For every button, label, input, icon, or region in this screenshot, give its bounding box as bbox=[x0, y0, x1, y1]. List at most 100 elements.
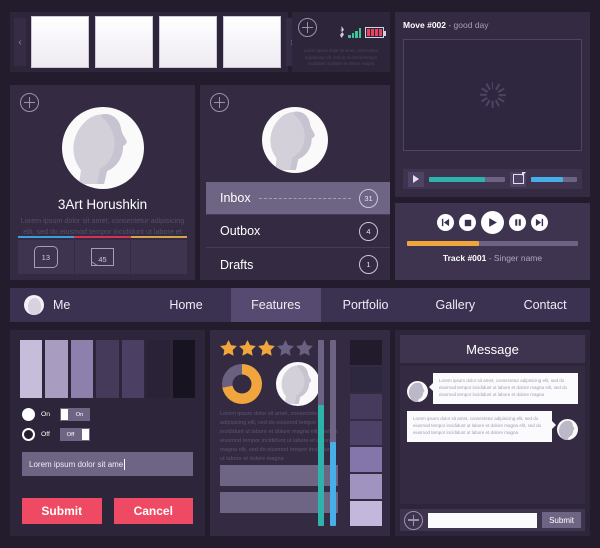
thumbnail-list bbox=[31, 16, 281, 68]
status-icon-group bbox=[339, 26, 386, 38]
mail-item-inbox[interactable]: Inbox 31 bbox=[206, 182, 390, 215]
stop-button[interactable] bbox=[459, 214, 476, 231]
nav-item-gallery[interactable]: Gallery bbox=[410, 288, 500, 322]
badge-empty[interactable] bbox=[131, 240, 187, 274]
previous-track-icon bbox=[441, 218, 450, 227]
text-input[interactable]: Lorem ipsum dolor sit ame bbox=[22, 452, 193, 476]
play-icon bbox=[413, 175, 419, 183]
pause-button[interactable] bbox=[509, 214, 526, 231]
submit-button[interactable]: Submit bbox=[22, 498, 102, 524]
star-icon[interactable] bbox=[296, 340, 313, 356]
profile-color-stripes bbox=[18, 235, 187, 238]
switch-on-label: On bbox=[75, 411, 84, 418]
star-icon[interactable] bbox=[277, 340, 294, 356]
color-swatch[interactable] bbox=[70, 340, 94, 398]
badge-count: 13 bbox=[41, 252, 50, 262]
play-icon bbox=[489, 218, 497, 227]
color-chip[interactable] bbox=[350, 340, 382, 365]
next-track-button[interactable] bbox=[531, 214, 548, 231]
color-swatch[interactable] bbox=[45, 340, 68, 398]
spinner-icon bbox=[479, 82, 506, 108]
music-progress-bar[interactable] bbox=[407, 241, 578, 246]
star-icon[interactable] bbox=[239, 340, 256, 356]
music-title: Track #001 - Singer name bbox=[395, 253, 590, 263]
message-submit-button[interactable]: Submit bbox=[542, 512, 581, 528]
user-avatar-icon bbox=[72, 114, 127, 184]
widgets-panel: Lorem ipsum dolor sit amet, consectetur … bbox=[210, 330, 390, 536]
radio-on[interactable] bbox=[22, 408, 35, 421]
fullscreen-button[interactable] bbox=[510, 171, 526, 187]
music-title-main: Track #001 bbox=[442, 253, 487, 263]
color-chip[interactable] bbox=[350, 393, 382, 419]
user-avatar-icon bbox=[24, 295, 44, 315]
cancel-button[interactable]: Cancel bbox=[113, 498, 193, 524]
mail-item-drafts[interactable]: Drafts 1 bbox=[206, 248, 390, 281]
nav-item-contact[interactable]: Contact bbox=[500, 288, 590, 322]
thumbnail-item[interactable] bbox=[223, 16, 281, 68]
signal-bars-icon bbox=[348, 28, 361, 38]
switch-off[interactable]: Off bbox=[60, 428, 90, 441]
badge-messages[interactable]: 45 bbox=[75, 240, 132, 274]
vertical-slider[interactable] bbox=[330, 340, 336, 526]
volume-slider[interactable] bbox=[531, 176, 577, 182]
dotted-leader bbox=[258, 197, 351, 199]
star-rating[interactable] bbox=[220, 340, 313, 356]
nav-item-home[interactable]: Home bbox=[141, 288, 231, 322]
profile-badge-row: 13 45 bbox=[18, 240, 187, 274]
switch-on[interactable]: On bbox=[60, 408, 90, 421]
chat-message-outgoing: Lorem ipsum dolor sit amet, consectetur … bbox=[407, 410, 578, 442]
previous-track-button[interactable] bbox=[437, 214, 454, 231]
video-progress-bar[interactable] bbox=[429, 176, 505, 182]
radio-off[interactable] bbox=[22, 428, 35, 441]
battery-icon bbox=[365, 27, 386, 38]
color-chip[interactable] bbox=[350, 474, 382, 500]
main-navbar: Me Home Features Portfolio Gallery Conta… bbox=[10, 288, 590, 322]
thumbnail-item[interactable] bbox=[95, 16, 153, 68]
message-panel: Message Lorem ipsum dolor sit amet, cons… bbox=[395, 330, 590, 536]
chat-bubble-text: Lorem ipsum dolor sit amet, consectetur … bbox=[429, 373, 578, 404]
color-swatch[interactable] bbox=[121, 340, 145, 398]
nav-item-features[interactable]: Features bbox=[230, 288, 321, 322]
comment-bubble-icon: 13 bbox=[33, 246, 58, 268]
mail-item-outbox[interactable]: Outbox 4 bbox=[206, 215, 390, 248]
nav-item-portfolio[interactable]: Portfolio bbox=[321, 288, 411, 322]
mail-item-list: Inbox 31 Outbox 4 Drafts 1 bbox=[206, 182, 390, 281]
color-swatch[interactable] bbox=[96, 340, 119, 398]
nav-item-me[interactable]: Me bbox=[10, 288, 141, 322]
star-icon[interactable] bbox=[220, 340, 237, 356]
plus-circle-icon[interactable] bbox=[20, 93, 39, 112]
form-button-row: Submit Cancel bbox=[22, 498, 193, 524]
next-track-icon bbox=[535, 218, 544, 227]
message-input[interactable] bbox=[428, 512, 538, 528]
mail-item-count: 4 bbox=[359, 221, 378, 241]
vertical-slider[interactable] bbox=[318, 340, 324, 526]
play-button[interactable] bbox=[481, 211, 504, 234]
badge-comments[interactable]: 13 bbox=[18, 240, 75, 274]
avatar bbox=[262, 107, 328, 173]
user-avatar-icon bbox=[281, 365, 312, 404]
color-chip[interactable] bbox=[350, 447, 382, 473]
color-swatch-palette bbox=[20, 340, 195, 398]
user-avatar-icon bbox=[270, 111, 315, 170]
color-chip[interactable] bbox=[350, 501, 382, 527]
plus-circle-icon[interactable] bbox=[404, 510, 423, 530]
star-icon[interactable] bbox=[258, 340, 275, 356]
color-chip[interactable] bbox=[350, 420, 382, 446]
video-title: Move #002 - good day bbox=[403, 20, 582, 30]
plus-circle-icon[interactable] bbox=[210, 93, 229, 112]
carousel-prev-arrow[interactable]: ‹ bbox=[14, 18, 26, 66]
video-screen[interactable] bbox=[403, 39, 582, 151]
thumbnail-item[interactable] bbox=[31, 16, 89, 68]
color-chip[interactable] bbox=[350, 366, 382, 392]
mail-item-count: 31 bbox=[359, 188, 378, 208]
color-swatch[interactable] bbox=[172, 340, 195, 398]
play-button[interactable] bbox=[408, 171, 424, 187]
color-swatch[interactable] bbox=[20, 340, 43, 398]
plus-circle-icon[interactable] bbox=[298, 18, 317, 37]
thumbnail-item[interactable] bbox=[159, 16, 217, 68]
profile-name: 3Art Horushkin bbox=[57, 197, 148, 212]
vertical-slider-group bbox=[318, 340, 342, 526]
mail-item-count: 1 bbox=[359, 255, 378, 274]
toggle-row-off: Off Off bbox=[22, 428, 90, 441]
color-swatch[interactable] bbox=[147, 340, 170, 398]
